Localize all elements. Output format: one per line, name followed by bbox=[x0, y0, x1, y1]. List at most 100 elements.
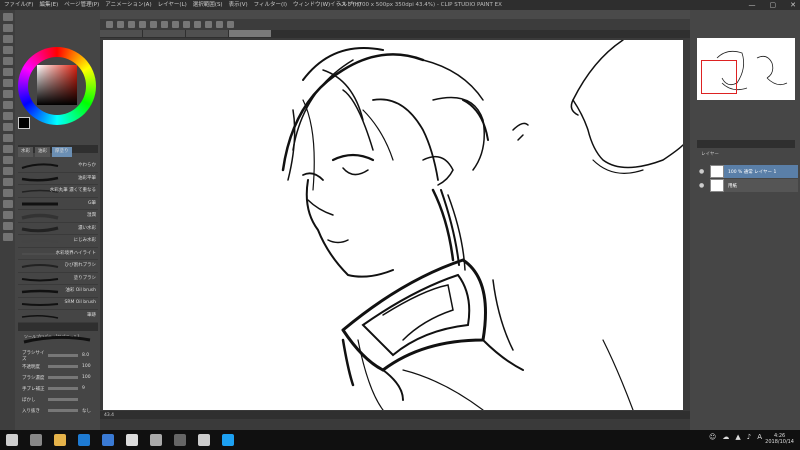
volume-icon[interactable]: ♪ bbox=[747, 433, 751, 441]
snap-grid-icon[interactable] bbox=[216, 21, 223, 28]
layer-item[interactable]: 用紙 bbox=[710, 179, 798, 192]
property-slider[interactable] bbox=[48, 365, 78, 368]
brush-item[interactable]: 水彩丸筆 濃くて重なる bbox=[18, 185, 98, 198]
property-row[interactable]: 不透明度 100 bbox=[22, 361, 98, 372]
zoom-readout[interactable]: 43.4 bbox=[104, 413, 114, 418]
brush-item[interactable]: 水彩境界ハイライト bbox=[18, 248, 98, 260]
blend-tool-icon[interactable] bbox=[2, 145, 13, 153]
document-tab-active[interactable] bbox=[229, 30, 271, 37]
property-slider[interactable] bbox=[48, 398, 78, 401]
brush-item[interactable]: にじみ水彩 bbox=[18, 235, 98, 248]
app-icon[interactable] bbox=[150, 434, 162, 446]
cloud-icon[interactable]: ☁ bbox=[722, 433, 729, 441]
ruler-tool-icon[interactable] bbox=[2, 200, 13, 208]
property-row[interactable]: ブラシサイズ 8.0 bbox=[22, 350, 98, 362]
brush-tab-selected[interactable]: 厚塗り bbox=[52, 147, 72, 157]
property-row[interactable]: ブラシ濃度 100 bbox=[22, 372, 98, 383]
task-view-icon[interactable] bbox=[30, 434, 42, 446]
auto-select-tool-icon[interactable] bbox=[2, 57, 13, 65]
maximize-button[interactable]: ▢ bbox=[770, 0, 777, 10]
invert-selection-icon[interactable] bbox=[194, 21, 201, 28]
brush-item[interactable]: 湿潤 bbox=[18, 210, 98, 223]
pencil-tool-icon[interactable] bbox=[2, 90, 13, 98]
move-tool-icon[interactable] bbox=[2, 24, 13, 32]
mail-icon[interactable] bbox=[126, 434, 138, 446]
property-slider[interactable] bbox=[48, 354, 78, 357]
balloon-tool-icon[interactable] bbox=[2, 222, 13, 230]
app-icon[interactable] bbox=[174, 434, 186, 446]
property-slider[interactable] bbox=[48, 376, 78, 379]
layer-item-selected[interactable]: 100 % 通常 レイヤー 1 bbox=[710, 165, 798, 178]
eye-icon[interactable]: ● bbox=[699, 168, 704, 175]
navigator-view-frame[interactable] bbox=[701, 60, 737, 94]
close-button[interactable]: ✕ bbox=[790, 0, 796, 10]
ime-indicator[interactable]: A bbox=[757, 433, 762, 441]
fill-tool-icon[interactable] bbox=[2, 156, 13, 164]
minimize-button[interactable]: — bbox=[749, 0, 756, 10]
menu-animation[interactable]: アニメーション(A) bbox=[105, 0, 151, 10]
property-dropdown[interactable] bbox=[48, 409, 78, 412]
brush-item[interactable]: ひび割れブラシ bbox=[18, 260, 98, 273]
twitter-icon[interactable] bbox=[222, 434, 234, 446]
airbrush-tool-icon[interactable] bbox=[2, 112, 13, 120]
property-slider[interactable] bbox=[48, 387, 78, 390]
brush-item[interactable]: 塗りブラシ bbox=[18, 273, 98, 285]
brush-item[interactable]: 筆跡 bbox=[18, 310, 98, 323]
menu-file[interactable]: ファイル(F) bbox=[4, 0, 33, 10]
snap-icon[interactable] bbox=[205, 21, 212, 28]
edge-icon[interactable] bbox=[78, 434, 90, 446]
undo-icon[interactable] bbox=[139, 21, 146, 28]
drawing-canvas[interactable] bbox=[103, 40, 683, 410]
figure-tool-icon[interactable] bbox=[2, 178, 13, 186]
correct-line-tool-icon[interactable] bbox=[2, 233, 13, 241]
brush-item[interactable]: 濃い水彩 bbox=[18, 223, 98, 235]
gradient-tool-icon[interactable] bbox=[2, 167, 13, 175]
file-explorer-icon[interactable] bbox=[54, 434, 66, 446]
property-row[interactable]: 入り抜き なし bbox=[22, 405, 98, 416]
menu-window[interactable]: ウィンドウ(W) bbox=[293, 0, 330, 10]
people-icon[interactable]: ☺ bbox=[709, 433, 716, 441]
brush-tool-icon[interactable] bbox=[2, 101, 13, 109]
menu-page[interactable]: ページ管理(P) bbox=[64, 0, 99, 10]
new-icon[interactable] bbox=[106, 21, 113, 28]
snap-ruler-icon[interactable] bbox=[227, 21, 234, 28]
menu-edit[interactable]: 編集(E) bbox=[39, 0, 58, 10]
brush-tab[interactable]: 油彩 bbox=[35, 147, 50, 157]
pen-tool-icon[interactable] bbox=[2, 79, 13, 87]
clip-studio-icon[interactable] bbox=[198, 434, 210, 446]
clock[interactable]: 4:26 2018/10/14 bbox=[765, 433, 794, 445]
operation-tool-icon[interactable] bbox=[2, 35, 13, 43]
menu-selection[interactable]: 選択範囲(S) bbox=[193, 0, 223, 10]
frame-tool-icon[interactable] bbox=[2, 189, 13, 197]
menu-filter[interactable]: フィルター(I) bbox=[254, 0, 287, 10]
decoration-tool-icon[interactable] bbox=[2, 123, 13, 131]
document-tab[interactable] bbox=[100, 30, 142, 37]
document-tab[interactable] bbox=[143, 30, 185, 37]
start-icon[interactable] bbox=[6, 434, 18, 446]
property-row[interactable]: ぼかし bbox=[22, 394, 98, 405]
text-tool-icon[interactable] bbox=[2, 211, 13, 219]
brush-item[interactable]: やわらか bbox=[18, 160, 98, 173]
brush-tab[interactable]: 水彩 bbox=[18, 147, 33, 157]
menu-layer[interactable]: レイヤー(L) bbox=[158, 0, 187, 10]
deselect-icon[interactable] bbox=[183, 21, 190, 28]
document-tab[interactable] bbox=[186, 30, 228, 37]
foreground-color-swatch[interactable] bbox=[18, 117, 30, 129]
store-icon[interactable] bbox=[102, 434, 114, 446]
clear-icon[interactable] bbox=[161, 21, 168, 28]
property-row[interactable]: 手ブレ補正 9 bbox=[22, 383, 98, 394]
zoom-tool-icon[interactable] bbox=[2, 13, 13, 21]
selection-tool-icon[interactable] bbox=[2, 46, 13, 54]
open-icon[interactable] bbox=[117, 21, 124, 28]
network-icon[interactable]: ▲ bbox=[735, 433, 740, 441]
eraser-tool-icon[interactable] bbox=[2, 134, 13, 142]
save-icon[interactable] bbox=[128, 21, 135, 28]
brush-item[interactable]: SRM Oil brush bbox=[18, 298, 98, 310]
menu-view[interactable]: 表示(V) bbox=[229, 0, 248, 10]
redo-icon[interactable] bbox=[150, 21, 157, 28]
brush-item[interactable]: 油彩 Oil brush bbox=[18, 285, 98, 298]
eye-icon[interactable]: ● bbox=[699, 182, 704, 189]
eyedropper-tool-icon[interactable] bbox=[2, 68, 13, 76]
transform-icon[interactable] bbox=[172, 21, 179, 28]
brush-item[interactable]: G筆 bbox=[18, 198, 98, 210]
